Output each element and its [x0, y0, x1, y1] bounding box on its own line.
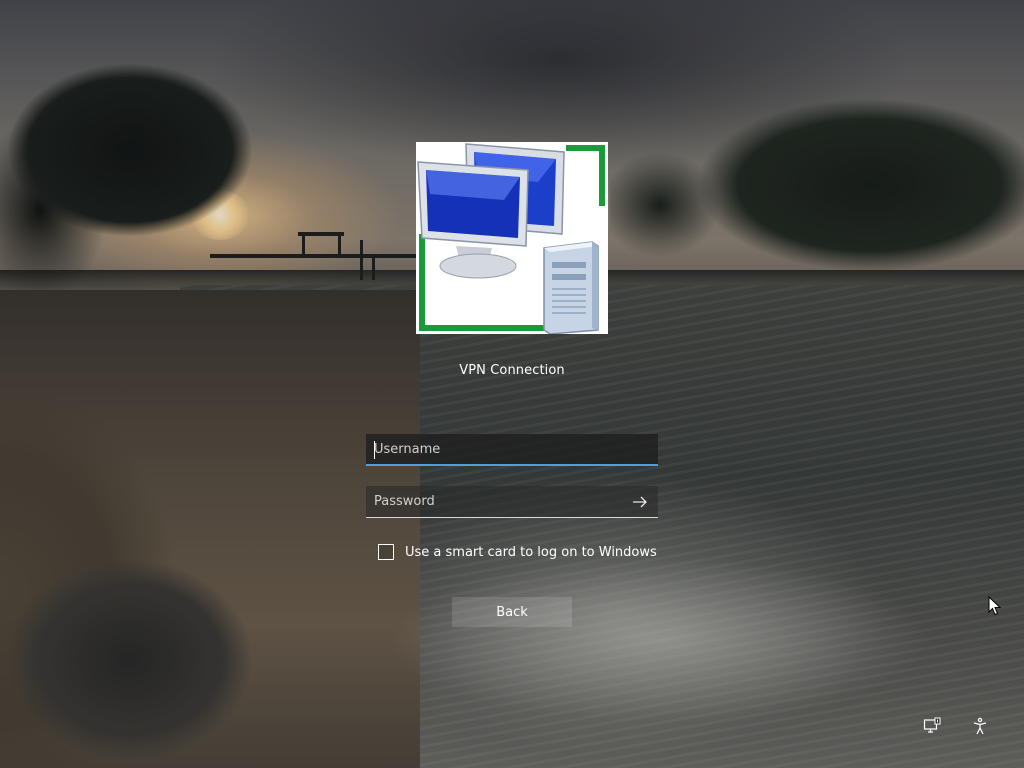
password-field-container	[366, 486, 658, 518]
submit-button[interactable]	[630, 492, 650, 512]
smartcard-label: Use a smart card to log on to Windows	[405, 544, 657, 560]
network-button[interactable]	[920, 714, 944, 738]
password-input[interactable]	[366, 486, 658, 518]
account-name: VPN Connection	[459, 363, 565, 378]
smartcard-option[interactable]: Use a smart card to log on to Windows	[378, 542, 657, 562]
accessibility-button[interactable]	[968, 714, 992, 738]
smartcard-checkbox[interactable]	[378, 544, 394, 560]
lock-screen: VPN Connection Use a smart card to log o…	[0, 0, 1024, 768]
back-button[interactable]: Back	[452, 597, 572, 627]
background-dim-overlay	[0, 0, 1024, 768]
arrow-right-icon	[633, 496, 647, 508]
text-caret	[374, 441, 375, 459]
account-picture	[416, 142, 608, 334]
username-input[interactable]	[366, 434, 658, 466]
accessibility-icon	[973, 717, 987, 735]
username-field-container	[366, 434, 658, 466]
network-icon	[923, 717, 941, 733]
mouse-pointer-icon	[988, 596, 1002, 616]
network-computers-icon	[417, 143, 605, 334]
